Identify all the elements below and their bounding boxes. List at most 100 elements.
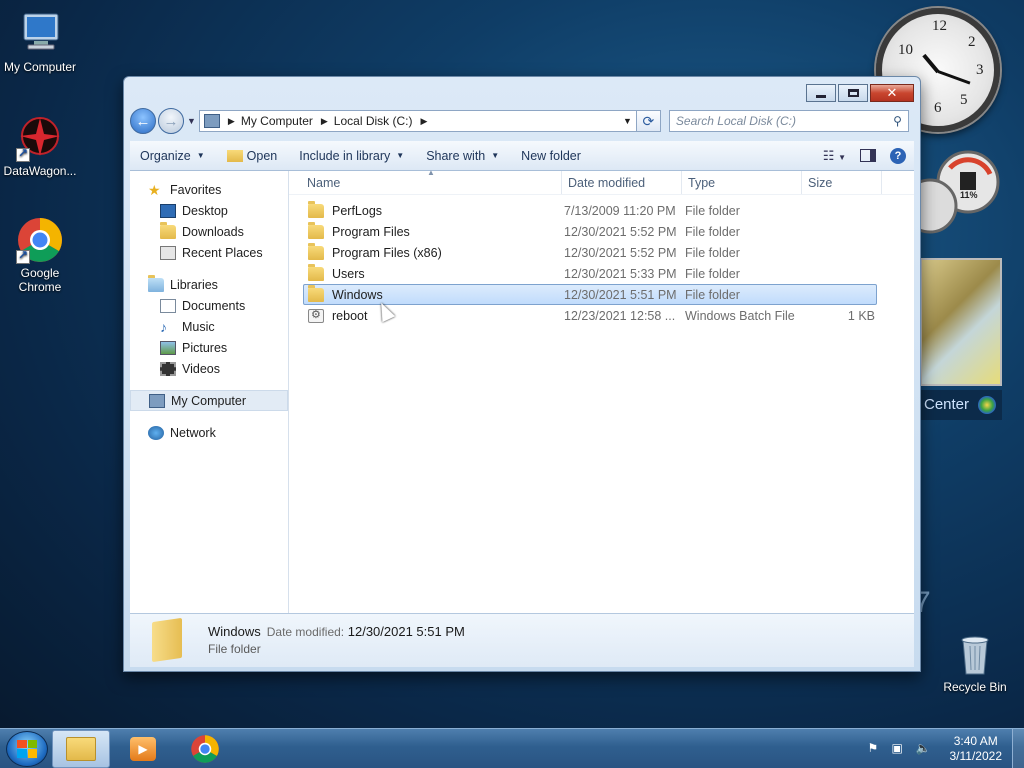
nav-music[interactable]: ♪ Music xyxy=(130,316,288,337)
documents-icon xyxy=(160,298,176,313)
shortcut-arrow-icon xyxy=(16,248,30,264)
slideshow-gadget[interactable] xyxy=(920,258,1002,386)
recycle-bin-icon xyxy=(951,630,999,678)
nav-libraries[interactable]: Libraries xyxy=(130,274,288,295)
clock-numeral: 6 xyxy=(934,100,942,116)
file-date: 12/23/2021 12:58 ... xyxy=(564,308,676,323)
breadcrumb-separator-icon[interactable]: ▶ xyxy=(321,116,328,127)
file-row[interactable]: Program Files 12/30/2021 5:52 PM File fo… xyxy=(303,221,877,242)
windows-logo-icon xyxy=(978,396,996,414)
column-label: Name xyxy=(307,175,341,190)
file-type: File folder xyxy=(685,266,740,281)
nav-recent-places[interactable]: Recent Places xyxy=(130,242,288,263)
column-label: Type xyxy=(688,175,716,190)
network-tray-icon[interactable]: ▣ xyxy=(892,741,910,757)
network-icon xyxy=(148,425,164,440)
file-type: File folder xyxy=(685,203,740,218)
media-player-icon: ▶ xyxy=(130,736,156,761)
system-tray: ⚑ ▣ 🔈 3:40 AM 3/11/2022 xyxy=(868,728,1024,768)
file-row[interactable]: Program Files (x86) 12/30/2021 5:52 PM F… xyxy=(303,242,877,263)
column-header-size[interactable]: Size xyxy=(802,171,882,194)
minimize-icon xyxy=(816,94,826,98)
new-folder-button[interactable]: New folder xyxy=(521,149,581,163)
breadcrumb-local-disk[interactable]: Local Disk (C:) xyxy=(334,114,413,128)
nav-label: Documents xyxy=(182,298,246,313)
back-arrow-icon: ← xyxy=(135,112,151,130)
organize-button[interactable]: Organize ▼ xyxy=(140,149,205,163)
breadcrumb-separator-icon[interactable]: ▶ xyxy=(420,116,427,127)
recent-pages-dropdown[interactable]: ▼ xyxy=(187,116,196,126)
maximize-button[interactable] xyxy=(838,84,868,102)
nav-downloads[interactable]: Downloads xyxy=(130,221,288,242)
file-date: 12/30/2021 5:52 PM xyxy=(564,224,677,239)
address-bar[interactable]: ▶ My Computer ▶ Local Disk (C:) ▶ ▼ xyxy=(198,110,637,132)
details-type: File folder xyxy=(208,642,261,656)
search-icon[interactable]: ⚲ xyxy=(893,114,902,128)
action-center-flag-icon[interactable]: ⚑ xyxy=(868,741,886,757)
nav-favorites[interactable]: ★ Favorites xyxy=(130,179,288,200)
folder-icon xyxy=(308,242,324,260)
nav-desktop[interactable]: Desktop xyxy=(130,200,288,221)
start-button[interactable] xyxy=(6,730,48,767)
help-icon[interactable]: ? xyxy=(890,147,906,164)
nav-network[interactable]: Network xyxy=(130,422,288,443)
refresh-button[interactable]: ⟳ xyxy=(636,110,661,132)
open-folder-icon xyxy=(226,149,243,162)
desktop-icon xyxy=(160,203,176,218)
minimize-button[interactable] xyxy=(806,84,836,102)
desktop-icon-chrome[interactable]: Google Chrome xyxy=(0,216,80,294)
file-row[interactable]: PerfLogs 7/13/2009 11:20 PM File folder xyxy=(303,200,877,221)
nav-label: Network xyxy=(170,425,216,440)
taskbar: ▶ ⚑ ▣ 🔈 3:40 AM 3/11/2022 xyxy=(0,728,1024,768)
breadcrumb-my-computer[interactable]: My Computer xyxy=(241,114,313,128)
file-date: 12/30/2021 5:52 PM xyxy=(564,245,677,260)
view-options-icon[interactable]: ☷ ▼ xyxy=(823,148,846,164)
file-name: reboot xyxy=(332,308,368,323)
column-headers: ▲ Name Date modified Type Size xyxy=(289,168,914,195)
share-with-button[interactable]: Share with ▼ xyxy=(426,149,499,163)
file-row[interactable]: Users 12/30/2021 5:33 PM File folder xyxy=(303,263,877,284)
open-label: Open xyxy=(246,148,278,163)
show-desktop-button[interactable] xyxy=(1012,728,1024,768)
file-row-selected[interactable]: Windows 12/30/2021 5:51 PM File folder xyxy=(303,284,877,305)
taskbar-media-player-button[interactable]: ▶ xyxy=(114,730,172,768)
search-input[interactable]: Search Local Disk (C:) ⚲ xyxy=(668,110,909,132)
file-type: File folder xyxy=(685,287,740,302)
desktop-icon-recycle-bin[interactable]: Recycle Bin xyxy=(935,630,1015,694)
close-button[interactable]: ✕ xyxy=(870,84,914,102)
volume-icon[interactable]: 🔈 xyxy=(916,741,934,757)
explorer-window: ✕ ← → ▼ ▶ My Computer ▶ Local Disk (C:) … xyxy=(123,76,921,672)
preview-pane-icon[interactable] xyxy=(860,149,876,162)
desktop-icon-my-computer[interactable]: My Computer xyxy=(0,10,80,74)
maximize-icon xyxy=(847,89,859,97)
column-header-date-modified[interactable]: Date modified xyxy=(562,171,682,194)
include-in-library-button[interactable]: Include in library ▼ xyxy=(299,149,404,163)
desktop-icon-datawagon[interactable]: DataWagon... xyxy=(0,114,80,178)
open-button[interactable]: Open xyxy=(226,148,278,163)
tray-clock[interactable]: 3:40 AM 3/11/2022 xyxy=(950,734,1003,764)
file-name: Program Files (x86) xyxy=(332,245,442,260)
forward-button[interactable]: → xyxy=(158,108,184,134)
file-name: Windows xyxy=(332,287,383,302)
taskbar-explorer-button[interactable] xyxy=(52,729,110,768)
cpu-meter-gadget[interactable]: 11% xyxy=(902,150,1000,240)
nav-documents[interactable]: Documents xyxy=(130,295,288,316)
clock-numeral: 12 xyxy=(932,18,947,34)
nav-pictures[interactable]: Pictures xyxy=(130,337,288,358)
clock-hour-hand xyxy=(922,53,940,74)
back-button[interactable]: ← xyxy=(130,108,156,134)
column-header-type[interactable]: Type xyxy=(682,171,802,194)
breadcrumb-separator-icon[interactable]: ▶ xyxy=(228,116,235,127)
file-name: PerfLogs xyxy=(332,203,383,218)
taskbar-chrome-button[interactable] xyxy=(176,730,234,768)
clock-numeral: 2 xyxy=(968,34,976,50)
column-header-name[interactable]: Name xyxy=(289,171,562,194)
navigation-pane: ★ Favorites Desktop Downloads Recent Plac… xyxy=(130,171,289,613)
file-type: Windows Batch File xyxy=(685,308,795,323)
nav-my-computer[interactable]: My Computer xyxy=(130,390,288,411)
organize-label: Organize xyxy=(140,148,191,163)
media-center-gadget[interactable]: Center xyxy=(920,390,1002,420)
nav-videos[interactable]: Videos xyxy=(130,358,288,379)
file-type: File folder xyxy=(685,224,740,239)
address-dropdown-icon[interactable]: ▼ xyxy=(623,116,632,126)
